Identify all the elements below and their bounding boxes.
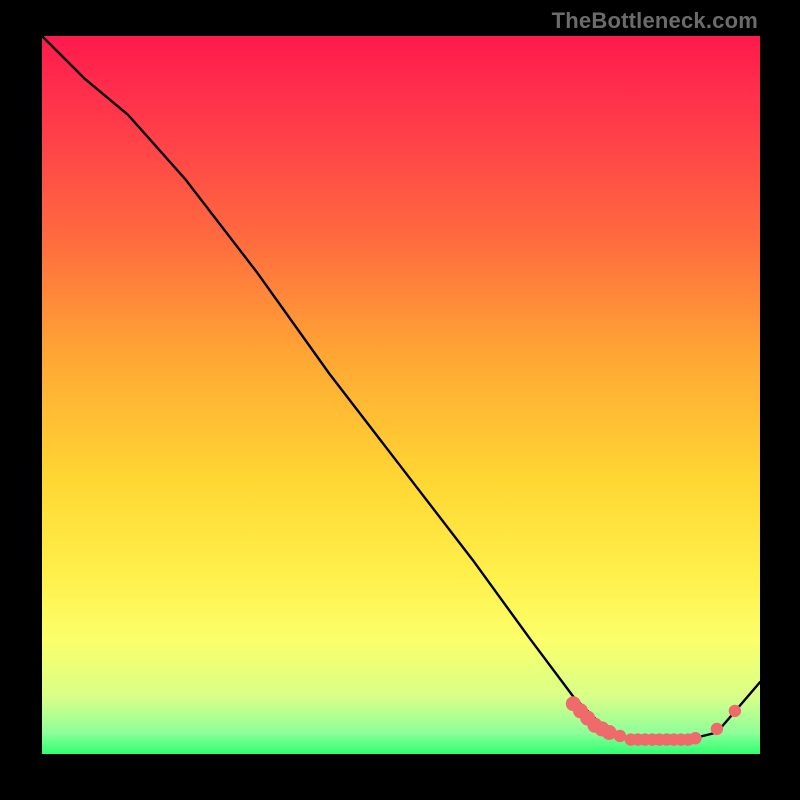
watermark-label: TheBottleneck.com [552,8,758,34]
marker-dot [614,730,626,742]
bottleneck-curve-path [42,36,760,740]
marker-dot [689,732,701,744]
marker-group [566,696,741,746]
bottleneck-curve-svg [42,36,760,754]
marker-dot [711,723,723,735]
plot-area [42,36,760,754]
marker-dot [729,705,741,717]
chart-frame: TheBottleneck.com [0,0,800,800]
